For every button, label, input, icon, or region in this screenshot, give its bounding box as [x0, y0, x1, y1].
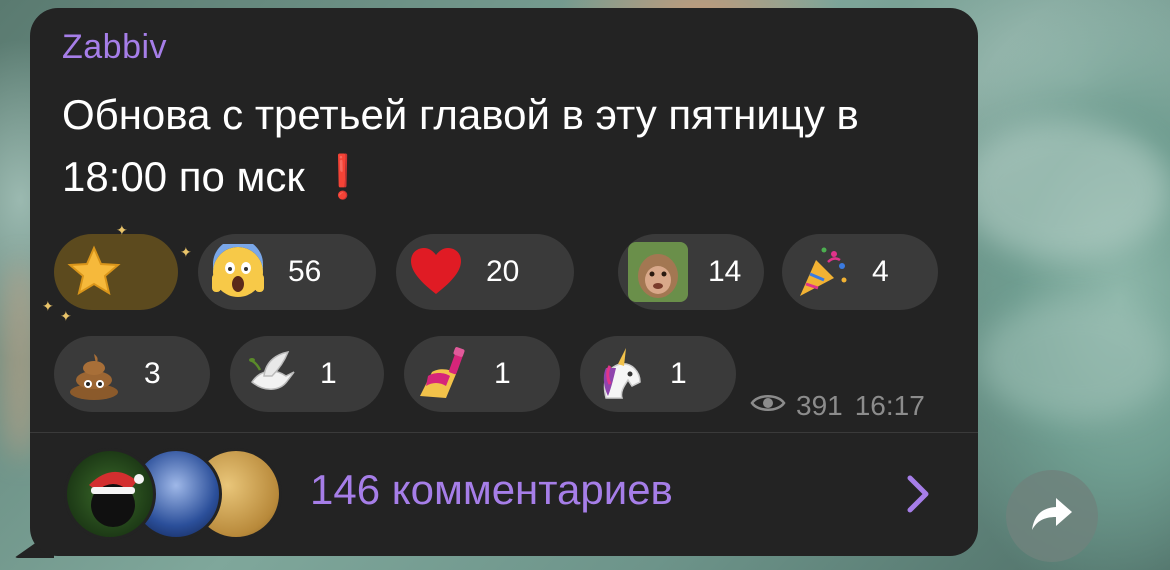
share-arrow-icon [1030, 496, 1074, 537]
exclamation-emoji: ❗ [316, 153, 369, 200]
commenter-avatars[interactable] [64, 448, 294, 540]
party-popper-icon [790, 240, 854, 304]
message-text: Обнова с третьей главой в эту пятницу в … [62, 84, 882, 208]
star-icon [62, 240, 126, 304]
monkey-photo-icon [626, 240, 690, 304]
reaction-dove[interactable]: 1 [230, 336, 384, 412]
share-button[interactable] [1006, 470, 1098, 562]
reaction-count: 3 [144, 357, 161, 390]
reaction-heart[interactable]: 20 [396, 234, 574, 310]
background-fold [960, 120, 1170, 260]
sparkle-icon: ✦ [42, 298, 54, 314]
unicorn-icon [588, 342, 652, 406]
sparkle-icon: ✦ [60, 308, 72, 324]
reaction-count: 1 [670, 357, 687, 390]
reaction-count: 56 [288, 255, 322, 288]
reaction-count: 20 [486, 255, 520, 288]
screaming-face-icon [206, 240, 270, 304]
reaction-count: 4 [872, 255, 889, 288]
reaction-count: 14 [708, 255, 742, 288]
reaction-count: 1 [494, 357, 511, 390]
comments-link[interactable]: 146 комментариев [310, 466, 673, 514]
reaction-poop[interactable]: 3 [54, 336, 210, 412]
background-fold [980, 300, 1170, 420]
reaction-nail-polish[interactable]: 1 [404, 336, 560, 412]
nail-polish-icon [412, 342, 476, 406]
reaction-screaming-face[interactable]: 56 [198, 234, 376, 310]
sparkle-icon: ✦ [180, 244, 192, 260]
eye-icon [750, 390, 786, 422]
reaction-monkey[interactable]: 14 [618, 234, 764, 310]
post-time: 16:17 [854, 390, 925, 421]
poop-icon [62, 342, 126, 406]
author-name[interactable]: Zabbiv [62, 28, 167, 67]
reaction-unicorn[interactable]: 1 [580, 336, 736, 412]
avatar [64, 448, 156, 540]
chevron-right-icon[interactable] [904, 474, 932, 519]
sparkle-icon: ✦ [116, 222, 128, 238]
post-meta: 391 16:17 [750, 390, 925, 422]
divider [30, 432, 978, 433]
channel-post-bubble[interactable]: Zabbiv Обнова с третьей главой в эту пят… [30, 8, 978, 556]
view-count: 391 [796, 390, 843, 421]
message-body: Обнова с третьей главой в эту пятницу в … [62, 91, 859, 200]
reaction-star[interactable] [54, 234, 178, 310]
dove-icon [238, 342, 302, 406]
reaction-count: 1 [320, 357, 337, 390]
reaction-party-popper[interactable]: 4 [782, 234, 938, 310]
heart-icon [404, 240, 468, 304]
